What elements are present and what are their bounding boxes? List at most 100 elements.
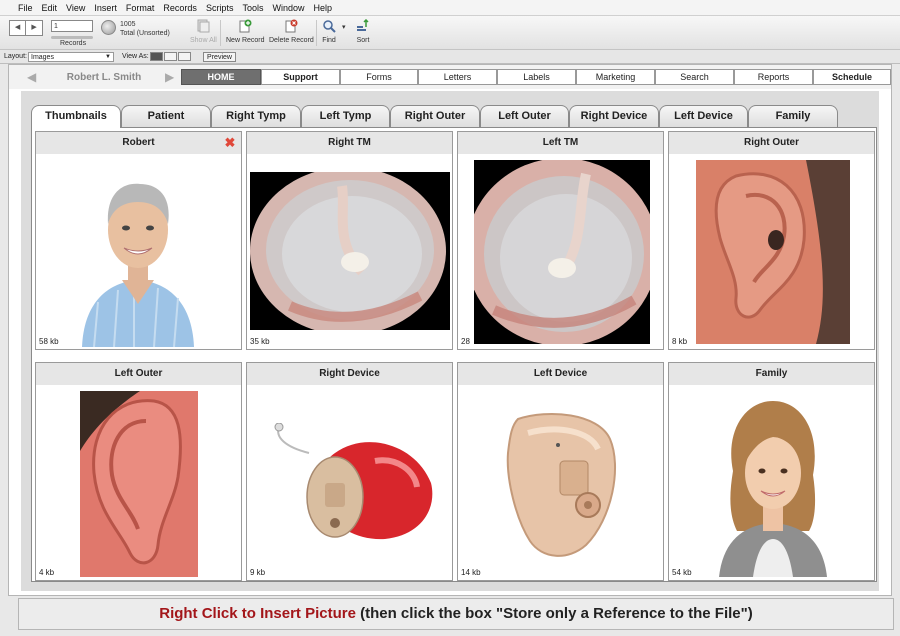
current-record-input[interactable]: 1 [51,20,93,32]
layout-label: Layout: [4,53,27,60]
image-cell-right-device[interactable]: Right Device 9 kb [246,362,453,581]
cell-title: Left Device [458,363,663,385]
image-cell-right-outer[interactable]: Right Outer 8 kb [668,131,875,350]
nav-tab-reports[interactable]: Reports [734,69,813,85]
nav-tab-labels[interactable]: Labels [497,69,576,85]
delete-image-icon[interactable]: ✖ [223,136,237,150]
new-record-label: New Record [226,37,265,44]
view-as-label: View As: [122,53,149,60]
sort-button[interactable]: Sort [356,18,370,44]
new-record-icon [239,19,252,33]
chevron-down-icon: ▼ [105,54,111,60]
cell-title: Left Outer [36,363,241,385]
image-cell-left-device[interactable]: Left Device 14 kb [457,362,664,581]
image-size-label: 54 kb [672,568,692,577]
record-total: 1005 Total (Unsorted) [120,20,170,38]
toolbar-divider [220,20,221,46]
menu-scripts[interactable]: Scripts [206,3,234,13]
sort-label: Sort [356,37,370,44]
toolbar: ◀ ▶ 1 Records 1005 Total (Unsorted) Show… [0,16,900,50]
insert-picture-instruction: Right Click to Insert Picture (then clic… [18,598,894,630]
tab-left-outer[interactable]: Left Outer [480,105,569,127]
image-size-label: 35 kb [250,337,270,346]
cell-title: Right Outer [669,132,874,154]
view-as-table-icon[interactable] [178,52,191,61]
cell-title: Right TM [247,132,452,154]
right-device-image [265,423,435,543]
image-cell-family[interactable]: Family 54 kb [668,362,875,581]
tab-right-outer[interactable]: Right Outer [390,105,480,127]
show-all-button[interactable]: Show All [190,19,217,44]
layout-select-value: Images [31,54,54,61]
nav-tab-schedule[interactable]: Schedule [813,69,891,85]
layout-bar: Layout: Images ▼ View As: Preview [0,50,900,64]
cell-title: Robert ✖ [36,132,241,154]
image-size-label: 4 kb [39,568,55,577]
preview-button[interactable]: Preview [203,52,236,62]
menu-tools[interactable]: Tools [242,3,263,13]
tab-right-tymp[interactable]: Right Tymp [211,105,301,127]
patient-photo [74,172,202,347]
main-window: ◀ Robert L. Smith ▶ HOME Support Forms L… [8,64,892,596]
instruction-highlight: Right Click to Insert Picture [159,605,356,622]
nav-tab-search[interactable]: Search [655,69,734,85]
tab-left-tymp[interactable]: Left Tymp [301,105,390,127]
right-tm-image [250,172,450,330]
show-all-icon [197,19,210,33]
menu-edit[interactable]: Edit [42,3,58,13]
view-as-toggle [150,52,192,61]
delete-record-button[interactable]: Delete Record [269,19,314,44]
find-dropdown-chevron-icon[interactable]: ▾ [342,23,346,31]
find-button[interactable]: Find [322,19,336,44]
menu-help[interactable]: Help [313,3,332,13]
nav-tab-home[interactable]: HOME [181,69,261,85]
patient-name: Robert L. Smith [66,72,142,83]
nav-tab-letters[interactable]: Letters [418,69,497,85]
records-label: Records [60,40,87,47]
menu-window[interactable]: Window [272,3,304,13]
tab-left-device[interactable]: Left Device [659,105,748,127]
next-record-icon[interactable]: ▶ [26,21,42,35]
image-size-label: 28 [461,337,470,346]
image-size-label: 9 kb [250,568,266,577]
menu-format[interactable]: Format [126,3,155,13]
instruction-rest: (then click the box "Store only a Refere… [355,605,753,622]
view-as-form-icon[interactable] [150,52,163,61]
image-cell-robert[interactable]: Robert ✖ 58 kb [35,131,242,350]
menu-bar: File Edit View Insert Format Records Scr… [0,0,900,16]
tab-family[interactable]: Family [748,105,838,127]
delete-record-icon [285,19,298,33]
nav-tab-support[interactable]: Support [261,69,340,85]
left-outer-ear-image [80,391,198,577]
menu-file[interactable]: File [18,3,33,13]
menu-view[interactable]: View [66,3,85,13]
prev-patient-icon[interactable]: ◀ [27,70,36,84]
image-cell-right-tm[interactable]: Right TM 35 kb [246,131,453,350]
new-record-button[interactable]: New Record [226,19,265,44]
sort-icon [357,18,369,31]
tab-right-device[interactable]: Right Device [569,105,659,127]
layout-select[interactable]: Images ▼ [28,52,114,62]
left-device-image [498,409,626,559]
image-size-label: 58 kb [39,337,59,346]
thumbnails-panel: Robert ✖ 58 kb Right TM 35 kb Left TM 28… [31,127,877,582]
total-label: Total (Unsorted) [120,30,170,37]
prev-record-icon[interactable]: ◀ [10,21,27,35]
next-patient-icon[interactable]: ▶ [165,70,174,84]
image-cell-left-tm[interactable]: Left TM 28 [457,131,664,350]
found-set-pie-icon [101,20,116,35]
family-photo [719,391,827,577]
show-all-label: Show All [190,37,217,44]
toolbar-divider [316,20,317,46]
tab-patient[interactable]: Patient [121,105,211,127]
image-cell-left-outer[interactable]: Left Outer 4 kb [35,362,242,581]
total-count: 1005 [120,21,136,28]
menu-records[interactable]: Records [163,3,197,13]
record-nav-book[interactable]: ◀ ▶ [9,20,43,36]
tab-thumbnails[interactable]: Thumbnails [31,105,121,128]
nav-tab-forms[interactable]: Forms [340,69,418,85]
view-as-list-icon[interactable] [164,52,177,61]
menu-insert[interactable]: Insert [94,3,117,13]
record-slider[interactable] [51,36,93,39]
nav-tab-marketing[interactable]: Marketing [576,69,655,85]
